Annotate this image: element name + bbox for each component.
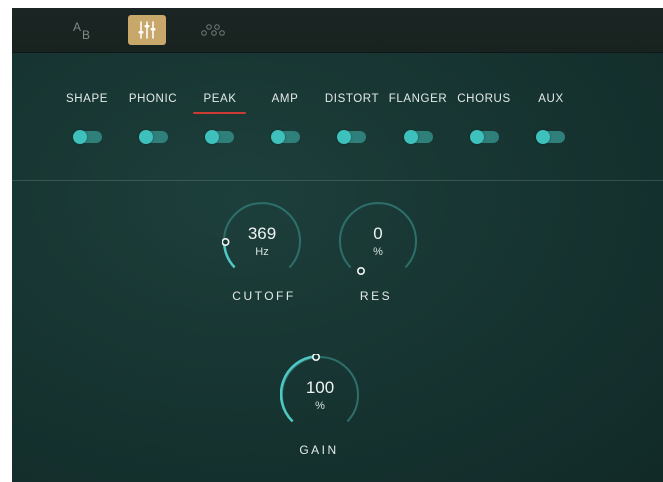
toggle-knob	[536, 130, 550, 144]
cutoff-label: CUTOFF	[232, 289, 296, 303]
toggle-knob	[470, 130, 484, 144]
toggle-knob	[73, 130, 87, 144]
effect-tabs: SHAPE PHONIC PEAK AMP DISTORT FLANGER CH…	[12, 93, 663, 113]
toggle-phonic[interactable]	[139, 130, 168, 144]
tab-shape[interactable]: SHAPE	[66, 93, 108, 105]
toolbar: A B	[12, 8, 663, 53]
routing-view-button[interactable]	[193, 15, 231, 45]
toggle-knob	[205, 130, 219, 144]
routing-dots-icon	[201, 24, 225, 36]
svg-text:B: B	[82, 28, 90, 42]
plugin-panel: A B SHAPE PHONIC PEAK AMP DISTORT FLANGE…	[12, 8, 663, 482]
toggle-aux[interactable]	[536, 130, 565, 144]
toggle-peak[interactable]	[205, 130, 234, 144]
gain-label: GAIN	[299, 443, 339, 457]
tab-phonic[interactable]: PHONIC	[129, 93, 177, 105]
tab-peak[interactable]: PEAK	[203, 93, 236, 105]
toggle-amp[interactable]	[271, 130, 300, 144]
toggle-knob	[139, 130, 153, 144]
toggle-shape[interactable]	[73, 130, 102, 144]
ab-compare-icon: A B	[73, 20, 90, 42]
toggle-distort[interactable]	[337, 130, 366, 144]
tab-chorus[interactable]: CHORUS	[457, 93, 510, 105]
gain-unit: %	[315, 400, 325, 412]
tab-amp[interactable]: AMP	[272, 93, 299, 105]
active-tab-indicator	[193, 112, 246, 114]
toggle-chorus[interactable]	[470, 130, 499, 144]
toggle-knob	[271, 130, 285, 144]
toggle-flanger[interactable]	[404, 130, 433, 144]
res-value: 0	[373, 224, 383, 243]
ab-compare-button[interactable]: A B	[62, 15, 100, 45]
cutoff-knob[interactable]: 369 Hz	[222, 200, 302, 280]
res-label: RES	[359, 289, 393, 303]
cutoff-unit: Hz	[255, 246, 269, 258]
toggle-knob	[404, 130, 418, 144]
res-knob[interactable]: 0 %	[338, 200, 418, 280]
res-unit: %	[373, 246, 383, 258]
tab-flanger[interactable]: FLANGER	[389, 93, 448, 105]
tab-aux[interactable]: AUX	[538, 93, 563, 105]
section-divider	[12, 180, 663, 181]
tab-distort[interactable]: DISTORT	[325, 93, 379, 105]
mixer-view-button[interactable]	[128, 15, 166, 45]
gain-knob[interactable]: 100 %	[280, 354, 360, 434]
cutoff-value: 369	[247, 224, 277, 243]
mixer-sliders-icon	[138, 21, 156, 39]
gain-value: 100	[305, 378, 335, 397]
svg-text:A: A	[73, 20, 81, 34]
toggle-knob	[337, 130, 351, 144]
